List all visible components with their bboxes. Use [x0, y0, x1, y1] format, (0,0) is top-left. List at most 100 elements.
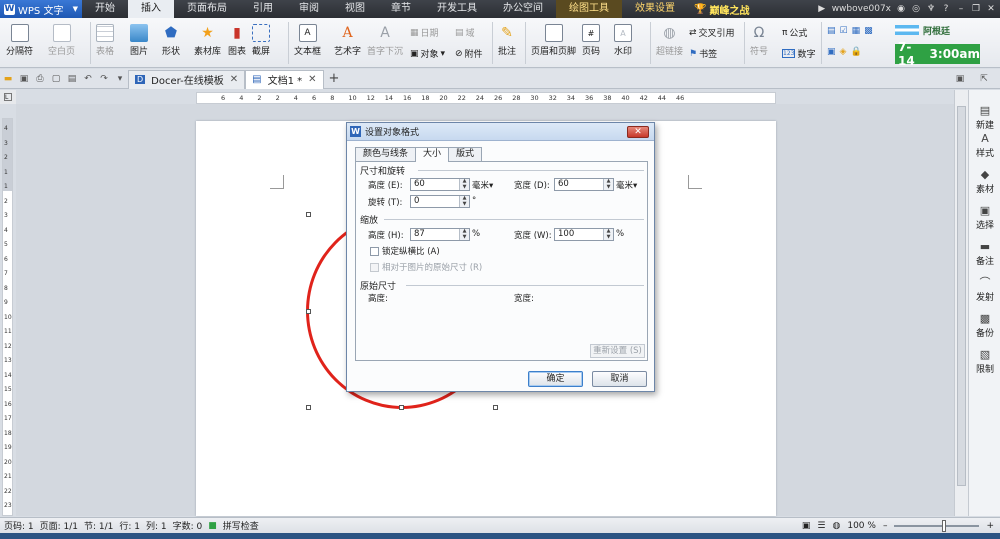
formula-button[interactable]: π 公式	[782, 26, 807, 40]
shirt-icon[interactable]: ♆	[926, 4, 936, 14]
screenshot-button[interactable]: 截屏	[252, 24, 270, 57]
zoom-out-icon[interactable]: –	[883, 521, 888, 531]
menu-review[interactable]: 审阅	[286, 0, 332, 18]
help-icon[interactable]: ?	[941, 4, 951, 14]
promo-banner[interactable]: 🏆 巅峰之战	[694, 2, 749, 17]
tab-docer-templates[interactable]: D Docer-在线模板 ✕	[128, 69, 246, 89]
material-library-button[interactable]: ★ 素材库	[194, 24, 221, 57]
page-view-icon[interactable]: ▣	[802, 521, 811, 531]
spinner-arrows-icon[interactable]: ▲ ▼	[459, 228, 469, 240]
menu-developer[interactable]: 开发工具	[424, 0, 490, 18]
quick-access-dropdown-icon[interactable]: ▾	[114, 73, 126, 85]
chart-button[interactable]: ▮ 图表	[228, 24, 246, 57]
form-icon[interactable]: ▤	[827, 26, 836, 36]
sidebar-item-restrict[interactable]: ▧ 限制	[969, 348, 1000, 376]
zoom-slider-knob[interactable]	[942, 519, 947, 532]
object-button[interactable]: ▣ 对象 ▾	[410, 47, 445, 61]
ok-button[interactable]: 确定	[528, 371, 583, 387]
sidebar-item-styles[interactable]: A 样式	[969, 132, 1000, 160]
menu-drawing-tools[interactable]: 绘图工具	[556, 0, 622, 18]
zoom-slider[interactable]	[894, 519, 980, 532]
dropcap-button[interactable]: A 首字下沉	[367, 24, 403, 57]
menu-insert[interactable]: 插入	[128, 0, 174, 18]
close-icon[interactable]: ✕	[230, 74, 238, 85]
zoom-level[interactable]: 100 %	[847, 521, 876, 531]
height-input[interactable]: 60 ▲ ▼	[410, 178, 470, 191]
textbox-button[interactable]: A 文本框	[294, 24, 321, 57]
date-button[interactable]: ▦ 日期	[410, 26, 439, 40]
relative-original-size-checkbox[interactable]: 相对于图片的原始尺寸 (R)	[370, 261, 482, 273]
spinner-arrows-icon[interactable]: ▲ ▼	[603, 178, 613, 190]
resize-handle[interactable]	[306, 405, 311, 410]
sidebar-item-materials[interactable]: ◆ 素材	[969, 168, 1000, 196]
menu-view[interactable]: 视图	[332, 0, 378, 18]
export-icon[interactable]: ▤	[66, 73, 78, 85]
app-menu-button[interactable]: W WPS 文字 ▼	[0, 0, 82, 18]
menu-home[interactable]: 开始	[82, 0, 128, 18]
picture-button[interactable]: 图片	[130, 24, 148, 57]
lock-icon[interactable]: 🔒	[850, 47, 861, 57]
scale-width-input[interactable]: 100 ▲ ▼	[554, 228, 614, 241]
menu-effect-settings[interactable]: 效果设置	[622, 0, 688, 18]
sidebar-item-notes[interactable]: ▬ 备注	[969, 240, 1000, 268]
sidebar-item-select[interactable]: ▣ 选择	[969, 204, 1000, 232]
rotate-input[interactable]: 0 ▲ ▼	[410, 195, 470, 208]
blank-page-button[interactable]: 空白页	[48, 24, 75, 57]
symbol-button[interactable]: Ω 符号	[750, 24, 768, 57]
resize-handle[interactable]	[306, 309, 311, 314]
vertical-ruler[interactable]: 4 3 2 1 1 2 3 4 5 6 7 8 9 10 11 12 13 14 15 16 17 18 19 20 21 22 2…	[2, 118, 13, 516]
tag-icon[interactable]: ◈	[840, 47, 847, 57]
status-word-count[interactable]: 字数: 0	[173, 519, 203, 532]
bookmark-button[interactable]: ⚑ 书签	[689, 47, 717, 61]
image-frame-icon[interactable]: ▣	[827, 47, 836, 57]
date-widget[interactable]: 阿根廷 7-14 3:00am	[895, 22, 980, 68]
attachment-button[interactable]: ⊘ 附件	[455, 47, 483, 61]
hyperlink-button[interactable]: ◍ 超链接	[656, 24, 683, 57]
page-break-button[interactable]: 分隔符	[6, 24, 33, 57]
menu-references[interactable]: 引用	[240, 0, 286, 18]
print-icon[interactable]: ⎙	[34, 73, 46, 85]
sidebar-item-new[interactable]: ▤ 新建	[969, 104, 1000, 132]
outline-view-icon[interactable]: ☰	[817, 521, 825, 531]
spinner-arrows-icon[interactable]: ▲ ▼	[603, 228, 613, 240]
redo-icon[interactable]: ↷	[98, 73, 110, 85]
user-name[interactable]: wwbove007x	[832, 4, 891, 14]
cross-reference-button[interactable]: ⇄ 交叉引用	[689, 26, 735, 40]
scrollbar-thumb[interactable]	[957, 106, 966, 486]
shield-icon[interactable]: ◉	[896, 4, 906, 14]
menu-chapter[interactable]: 章节	[378, 0, 424, 18]
watermark-button[interactable]: A 水印	[614, 24, 632, 57]
reset-button[interactable]: 重新设置 (S)	[590, 344, 645, 358]
open-folder-icon[interactable]: ▬	[2, 73, 14, 85]
height-unit-select[interactable]: 毫米▾	[472, 179, 493, 191]
checkbox-icon[interactable]: ☑	[840, 26, 848, 36]
tab-list-icon[interactable]: ▣	[954, 73, 966, 85]
wordart-button[interactable]: A 艺术字	[334, 24, 361, 57]
zoom-in-icon[interactable]: +	[986, 521, 994, 531]
preview-icon[interactable]: ▢	[50, 73, 62, 85]
skin-icon[interactable]: ◎	[911, 4, 921, 14]
width-unit-select[interactable]: 毫米▾	[616, 179, 637, 191]
minimize-icon[interactable]: –	[956, 4, 966, 14]
vertical-scrollbar[interactable]	[954, 90, 968, 516]
number-button[interactable]: 123 数字	[782, 47, 815, 60]
sidebar-item-backup[interactable]: ▩ 备份	[969, 312, 1000, 340]
web-view-icon[interactable]: ◍	[833, 521, 841, 531]
list-icon[interactable]: ▦	[852, 26, 861, 36]
spinner-arrows-icon[interactable]: ▲ ▼	[459, 178, 469, 190]
tab-colors-lines[interactable]: 颜色与线条	[355, 147, 417, 161]
resize-handle[interactable]	[399, 405, 404, 410]
tab-document1[interactable]: ▤ 文档1 * ✕	[245, 69, 324, 89]
ruler-corner[interactable]: L	[0, 90, 16, 104]
close-icon[interactable]: ✕	[986, 4, 996, 14]
close-icon[interactable]: ✕	[308, 74, 316, 85]
new-tab-plus-icon[interactable]: +	[329, 71, 340, 86]
tab-size[interactable]: 大小	[415, 147, 450, 162]
save-icon[interactable]: ▣	[18, 73, 30, 85]
status-page[interactable]: 页码: 1	[4, 519, 34, 532]
menu-page-layout[interactable]: 页面布局	[174, 0, 240, 18]
resize-handle[interactable]	[306, 212, 311, 217]
horizontal-ruler[interactable]: 6 4 2 2 4 6 8 10 12 14 16 18 20 22 24 26 28 30 32 34 36 38 40 4…	[196, 92, 776, 104]
lock-aspect-ratio-checkbox[interactable]: 锁定纵横比 (A)	[370, 245, 440, 257]
header-footer-button[interactable]: 页眉和页脚	[531, 24, 576, 57]
